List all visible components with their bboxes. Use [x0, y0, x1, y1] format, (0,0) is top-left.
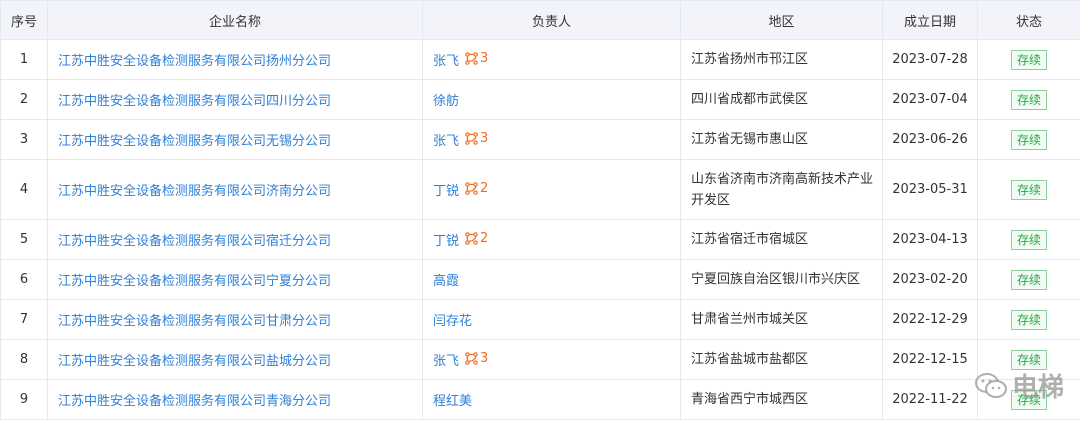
- date-cell: 2022-12-29: [882, 299, 978, 340]
- table-row: 1 江苏中胜安全设备检测服务有限公司扬州分公司 张飞 3 江苏省扬州市邗江区 20…: [0, 39, 1080, 80]
- status-badge: 存续: [1010, 269, 1047, 290]
- relation-count[interactable]: 3: [465, 51, 488, 66]
- header-index: 序号: [0, 0, 48, 40]
- table-row: 5 江苏中胜安全设备检测服务有限公司宿迁分公司 丁锐 2 江苏省宿迁市宿城区 20…: [0, 219, 1080, 260]
- table-row: 4 江苏中胜安全设备检测服务有限公司济南分公司 丁锐 2 山东省济南市济南高新技术…: [0, 159, 1080, 220]
- company-link[interactable]: 江苏中胜安全设备检测服务有限公司济南分公司: [58, 184, 331, 199]
- row-index: 6: [0, 259, 48, 300]
- status-badge: 存续: [1010, 129, 1047, 150]
- relation-count[interactable]: 2: [465, 231, 488, 246]
- relation-count-value: 3: [480, 131, 489, 146]
- relation-graph-icon: [465, 52, 478, 65]
- header-status: 状态: [977, 0, 1080, 40]
- person-link[interactable]: 丁锐: [433, 234, 459, 249]
- date-cell: 2023-05-31: [882, 159, 978, 220]
- wechat-icon: [974, 372, 1007, 398]
- person-link[interactable]: 程红美: [433, 394, 472, 409]
- date-cell: 2022-12-15: [882, 339, 978, 380]
- person-link[interactable]: 闫存花: [433, 314, 472, 329]
- watermark-text: 电梯: [1011, 373, 1064, 403]
- date-cell: 2023-07-28: [882, 39, 978, 80]
- relation-count-value: 3: [480, 51, 489, 66]
- company-link[interactable]: 江苏中胜安全设备检测服务有限公司甘肃分公司: [58, 314, 331, 329]
- company-link[interactable]: 江苏中胜安全设备检测服务有限公司青海分公司: [58, 394, 331, 409]
- status-badge: 存续: [1010, 229, 1047, 250]
- table-row: 9 江苏中胜安全设备检测服务有限公司青海分公司 程红美 青海省西宁市城西区 20…: [0, 379, 1080, 420]
- relation-count-value: 3: [480, 351, 489, 366]
- relation-graph-icon: [465, 232, 478, 245]
- person-link[interactable]: 张飞: [433, 54, 459, 69]
- relation-count[interactable]: 3: [465, 131, 488, 146]
- region-cell: 江苏省宿迁市宿城区: [680, 219, 883, 260]
- status-badge: 存续: [1010, 309, 1047, 330]
- person-link[interactable]: 高霞: [433, 274, 459, 289]
- header-date: 成立日期: [882, 0, 978, 40]
- relation-count-value: 2: [480, 181, 489, 196]
- region-cell: 江苏省无锡市惠山区: [680, 119, 883, 160]
- table-row: 6 江苏中胜安全设备检测服务有限公司宁夏分公司 高霞 宁夏回族自治区银川市兴庆区…: [0, 259, 1080, 300]
- watermark: 电梯: [974, 367, 1064, 404]
- date-cell: 2022-11-22: [882, 379, 978, 420]
- relation-graph-icon: [465, 182, 478, 195]
- row-index: 1: [0, 39, 48, 80]
- relation-count[interactable]: 3: [465, 351, 488, 366]
- person-link[interactable]: 张飞: [433, 134, 459, 149]
- company-link[interactable]: 江苏中胜安全设备检测服务有限公司四川分公司: [58, 94, 331, 109]
- table-row: 2 江苏中胜安全设备检测服务有限公司四川分公司 徐舫 四川省成都市武侯区 202…: [0, 79, 1080, 120]
- relation-graph-icon: [465, 352, 478, 365]
- company-link[interactable]: 江苏中胜安全设备检测服务有限公司宁夏分公司: [58, 274, 331, 289]
- row-index: 2: [0, 79, 48, 120]
- table-row: 7 江苏中胜安全设备检测服务有限公司甘肃分公司 闫存花 甘肃省兰州市城关区 20…: [0, 299, 1080, 340]
- relation-count-value: 2: [480, 231, 489, 246]
- header-person: 负责人: [422, 0, 681, 40]
- row-index: 9: [0, 379, 48, 420]
- branch-table: 序号 企业名称 负责人 地区 成立日期 状态 1 江苏中胜安全设备检测服务有限公…: [0, 0, 1080, 420]
- region-cell: 宁夏回族自治区银川市兴庆区: [680, 259, 883, 300]
- person-link[interactable]: 徐舫: [433, 94, 459, 109]
- date-cell: 2023-07-04: [882, 79, 978, 120]
- region-cell: 山东省济南市济南高新技术产业开发区: [680, 159, 883, 220]
- person-link[interactable]: 张飞: [433, 354, 459, 369]
- status-badge: 存续: [1010, 49, 1047, 70]
- date-cell: 2023-06-26: [882, 119, 978, 160]
- row-index: 3: [0, 119, 48, 160]
- company-link[interactable]: 江苏中胜安全设备检测服务有限公司扬州分公司: [58, 54, 331, 69]
- company-link[interactable]: 江苏中胜安全设备检测服务有限公司盐城分公司: [58, 354, 331, 369]
- person-link[interactable]: 丁锐: [433, 184, 459, 199]
- relation-graph-icon: [465, 132, 478, 145]
- table-row: 3 江苏中胜安全设备检测服务有限公司无锡分公司 张飞 3 江苏省无锡市惠山区 20…: [0, 119, 1080, 160]
- relation-count[interactable]: 2: [465, 181, 488, 196]
- header-company: 企业名称: [47, 0, 423, 40]
- date-cell: 2023-02-20: [882, 259, 978, 300]
- table-row: 8 江苏中胜安全设备检测服务有限公司盐城分公司 张飞 3 江苏省盐城市盐都区 20…: [0, 339, 1080, 380]
- region-cell: 四川省成都市武侯区: [680, 79, 883, 120]
- row-index: 8: [0, 339, 48, 380]
- date-cell: 2023-04-13: [882, 219, 978, 260]
- region-cell: 江苏省扬州市邗江区: [680, 39, 883, 80]
- row-index: 5: [0, 219, 48, 260]
- company-link[interactable]: 江苏中胜安全设备检测服务有限公司宿迁分公司: [58, 234, 331, 249]
- region-cell: 江苏省盐城市盐都区: [680, 339, 883, 380]
- status-badge: 存续: [1010, 89, 1047, 110]
- company-link[interactable]: 江苏中胜安全设备检测服务有限公司无锡分公司: [58, 134, 331, 149]
- table-header-row: 序号 企业名称 负责人 地区 成立日期 状态: [0, 0, 1080, 40]
- region-cell: 甘肃省兰州市城关区: [680, 299, 883, 340]
- row-index: 4: [0, 159, 48, 220]
- status-badge: 存续: [1010, 179, 1047, 200]
- header-region: 地区: [680, 0, 883, 40]
- row-index: 7: [0, 299, 48, 340]
- region-cell: 青海省西宁市城西区: [680, 379, 883, 420]
